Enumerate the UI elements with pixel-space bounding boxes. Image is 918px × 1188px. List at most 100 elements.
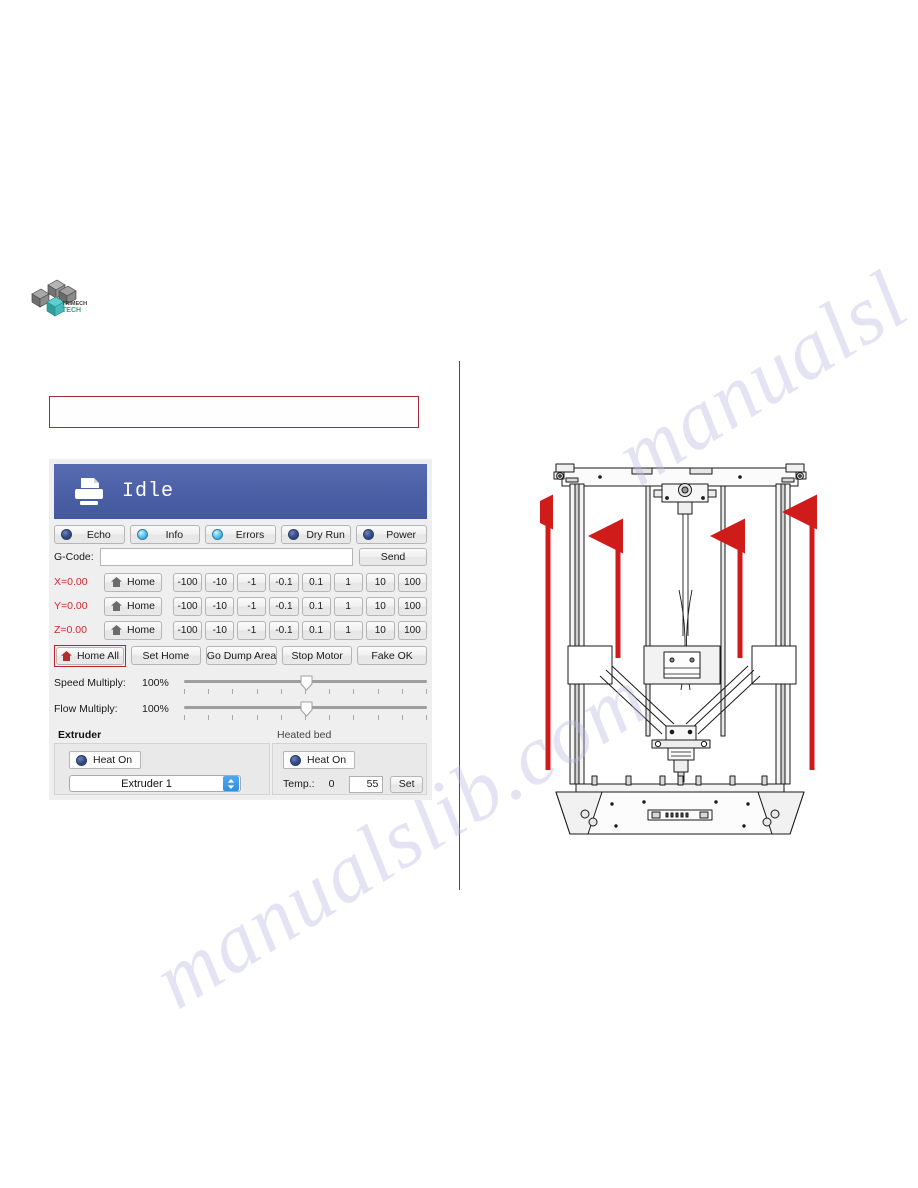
flow-multiply-row: Flow Multiply: 100% bbox=[54, 701, 427, 727]
axis-row-z: Z=0.00 Home -100 -10 -1 -0.1 0.1 1 10 10… bbox=[54, 620, 427, 640]
home-all-highlight: Home All bbox=[54, 645, 126, 667]
toggle-info[interactable]: Info bbox=[129, 525, 201, 544]
axis-row-y: Y=0.00 Home -100 -10 -1 -0.1 0.1 1 10 10… bbox=[54, 596, 427, 616]
jog-y-plus100[interactable]: 100 bbox=[397, 596, 427, 616]
jog-x-minus0p1[interactable]: -0.1 bbox=[269, 572, 299, 592]
extruder-heat-on-label: Heat On bbox=[93, 754, 133, 766]
printer-icon bbox=[72, 477, 106, 507]
set-home-button[interactable]: Set Home bbox=[130, 646, 201, 665]
speed-multiply-slider[interactable] bbox=[184, 675, 427, 699]
bed-temp-target-input[interactable]: 55 bbox=[348, 775, 384, 793]
jog-z-plus100[interactable]: 100 bbox=[397, 620, 427, 640]
gcode-input[interactable] bbox=[99, 548, 353, 566]
flow-multiply-slider[interactable] bbox=[184, 701, 427, 725]
toggle-echo[interactable]: Echo bbox=[54, 525, 125, 544]
bed-temp-label: Temp.: bbox=[283, 778, 315, 790]
delta-3d-printer-diagram bbox=[518, 440, 820, 840]
jog-x-plus0p1[interactable]: 0.1 bbox=[301, 572, 331, 592]
send-button[interactable]: Send bbox=[359, 548, 427, 566]
go-dump-area-button[interactable]: Go Dump Area bbox=[205, 646, 278, 665]
stepper-arrows-icon[interactable] bbox=[223, 776, 239, 791]
z-position-readout: Z=0.00 bbox=[54, 624, 87, 636]
toggle-power-label: Power bbox=[386, 528, 417, 541]
home-y-label: Home bbox=[126, 600, 155, 612]
printer-status-header: Idle bbox=[54, 464, 427, 519]
jog-z-minus1[interactable]: -1 bbox=[237, 620, 267, 640]
echo-led-icon bbox=[61, 529, 72, 540]
jog-y-plus1[interactable]: 1 bbox=[333, 596, 363, 616]
jog-z-minus0p1[interactable]: -0.1 bbox=[269, 620, 299, 640]
y-jog-group: -100 -10 -1 -0.1 0.1 1 10 100 bbox=[173, 596, 427, 616]
printer-status-text: Idle bbox=[122, 480, 175, 503]
jog-y-plus10[interactable]: 10 bbox=[365, 596, 395, 616]
jog-x-plus10[interactable]: 10 bbox=[365, 572, 395, 592]
heated-bed-group: Heat On Temp.: 0 55 Set bbox=[272, 743, 427, 795]
slider-ticks bbox=[184, 689, 427, 695]
jog-x-plus100[interactable]: 100 bbox=[397, 572, 427, 592]
home-x-button[interactable]: Home bbox=[104, 572, 162, 592]
y-position-readout: Y=0.00 bbox=[54, 600, 88, 612]
extruder-heat-on-button[interactable]: Heat On bbox=[69, 751, 141, 769]
jog-y-minus1[interactable]: -1 bbox=[237, 596, 267, 616]
jog-y-minus100[interactable]: -100 bbox=[173, 596, 203, 616]
slider-ticks bbox=[184, 715, 427, 721]
x-jog-group: -100 -10 -1 -0.1 0.1 1 10 100 bbox=[173, 572, 427, 592]
jog-y-plus0p1[interactable]: 0.1 bbox=[301, 596, 331, 616]
bed-heat-on-label: Heat On bbox=[307, 754, 347, 766]
toggle-power[interactable]: Power bbox=[356, 525, 427, 544]
speed-multiply-row: Speed Multiply: 100% bbox=[54, 675, 427, 701]
dry-run-led-icon bbox=[287, 529, 299, 540]
home-icon bbox=[110, 601, 122, 611]
jog-y-minus10[interactable]: -10 bbox=[205, 596, 235, 616]
toggle-info-label: Info bbox=[165, 528, 184, 541]
home-icon bbox=[110, 577, 122, 587]
jog-x-plus1[interactable]: 1 bbox=[333, 572, 363, 592]
bed-heat-on-button[interactable]: Heat On bbox=[283, 751, 355, 769]
extruder-section-label: Extruder bbox=[58, 729, 102, 741]
bed-temp-current-value: 0 bbox=[328, 778, 335, 790]
page-divider bbox=[459, 361, 461, 890]
speed-multiply-value: 100% bbox=[142, 677, 169, 689]
jog-z-plus0p1[interactable]: 0.1 bbox=[301, 620, 331, 640]
heater-section-labels: Extruder Heated bed bbox=[54, 729, 427, 743]
jog-x-minus1[interactable]: -1 bbox=[237, 572, 267, 592]
fake-ok-button[interactable]: Fake OK bbox=[357, 646, 428, 665]
annotation-note-box bbox=[49, 396, 419, 428]
jog-x-minus100[interactable]: -100 bbox=[173, 572, 203, 592]
home-all-label: Home All bbox=[76, 650, 119, 662]
gcode-entry-row: G-Code: Send bbox=[54, 548, 427, 566]
home-all-button[interactable]: Home All bbox=[56, 647, 124, 665]
jog-z-minus100[interactable]: -100 bbox=[173, 620, 203, 640]
log-filter-toggles: Echo Info Errors Dry Run Power bbox=[54, 525, 427, 544]
home-z-button[interactable]: Home bbox=[104, 620, 162, 640]
z-jog-group: -100 -10 -1 -0.1 0.1 1 10 100 bbox=[173, 620, 427, 640]
home-x-label: Home bbox=[126, 576, 155, 588]
errors-led-icon bbox=[212, 529, 224, 540]
trimech-tech-logo: TRIMECH TECH bbox=[28, 276, 90, 324]
toggle-dry-run[interactable]: Dry Run bbox=[280, 525, 352, 544]
jog-z-plus10[interactable]: 10 bbox=[365, 620, 395, 640]
gcode-label: G-Code: bbox=[54, 551, 94, 563]
speed-multiply-label: Speed Multiply: bbox=[54, 677, 126, 689]
jog-x-minus10[interactable]: -10 bbox=[205, 572, 235, 592]
toggle-errors[interactable]: Errors bbox=[205, 525, 276, 544]
bed-temperature-row: Temp.: 0 55 Set bbox=[283, 775, 423, 793]
info-led-icon bbox=[136, 529, 148, 540]
bed-heat-led-icon bbox=[290, 754, 301, 766]
extruder-group: Heat On Extruder 1 bbox=[54, 743, 270, 795]
home-y-button[interactable]: Home bbox=[104, 596, 162, 616]
action-button-row: Home All Set Home Go Dump Area Stop Moto… bbox=[54, 645, 428, 667]
jog-z-minus10[interactable]: -10 bbox=[205, 620, 235, 640]
extruder-select[interactable]: Extruder 1 bbox=[69, 775, 241, 792]
bed-set-button[interactable]: Set bbox=[390, 775, 423, 793]
flow-multiply-label: Flow Multiply: bbox=[54, 703, 118, 715]
logo-text-bottom: TECH bbox=[62, 307, 81, 314]
jog-y-minus0p1[interactable]: -0.1 bbox=[269, 596, 299, 616]
manual-control-panel: Idle Echo Info Errors Dry Run Power G-Co… bbox=[49, 459, 432, 800]
jog-z-plus1[interactable]: 1 bbox=[333, 620, 363, 640]
power-led-icon bbox=[363, 529, 375, 540]
x-position-readout: X=0.00 bbox=[54, 576, 88, 588]
home-icon bbox=[60, 651, 72, 661]
stop-motor-button[interactable]: Stop Motor bbox=[282, 646, 353, 665]
heated-bed-section-label: Heated bed bbox=[277, 729, 332, 741]
